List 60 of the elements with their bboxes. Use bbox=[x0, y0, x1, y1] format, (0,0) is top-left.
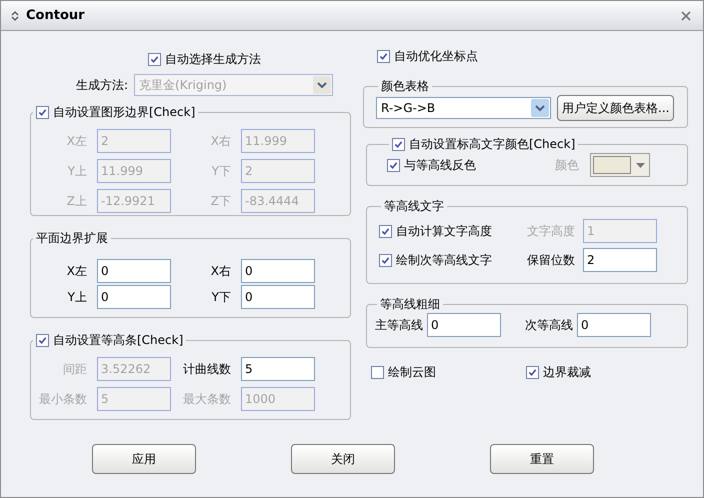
checkbox[interactable] bbox=[379, 224, 392, 238]
collapse-icon[interactable] bbox=[11, 10, 19, 20]
field-label: 最小条数 bbox=[38, 390, 87, 408]
dialog-button[interactable]: 重置 bbox=[490, 444, 594, 474]
close-icon[interactable] bbox=[681, 10, 691, 20]
checkbox[interactable] bbox=[371, 366, 384, 379]
color-picker[interactable] bbox=[590, 153, 650, 177]
input-field[interactable]: 0 bbox=[241, 285, 315, 309]
checkbox-label: 自动设置等高条[Check] bbox=[53, 332, 184, 349]
field-label: Z上 bbox=[66, 192, 87, 210]
input-field[interactable]: 2 bbox=[583, 248, 657, 272]
checkbox[interactable] bbox=[526, 366, 539, 379]
checkbox-label: 自动设置标高文字颜色[Check] bbox=[409, 136, 576, 153]
field-label: X左 bbox=[66, 132, 87, 150]
dropdown-arrow-icon bbox=[636, 162, 645, 168]
field-label: Z下 bbox=[210, 192, 231, 210]
group-title: 平面边界扩展 bbox=[36, 231, 108, 245]
checkbox[interactable] bbox=[36, 106, 49, 119]
checkbox-label: 与等高线反色 bbox=[404, 156, 476, 174]
checkbox-label: 自动选择生成方法 bbox=[165, 51, 261, 68]
group-title: 颜色表格 bbox=[381, 79, 429, 93]
input-field[interactable]: 0 bbox=[97, 259, 171, 283]
input-field[interactable]: 0 bbox=[241, 259, 315, 283]
checkbox-label: 自动优化坐标点 bbox=[394, 48, 478, 65]
checkbox[interactable] bbox=[148, 53, 161, 66]
checkbox-label: 边界裁减 bbox=[543, 364, 591, 381]
checkbox[interactable] bbox=[377, 50, 390, 63]
field-label: 生成方法: bbox=[76, 76, 128, 94]
field-label: 计曲线数 bbox=[182, 360, 231, 378]
field-label: 主等高线 bbox=[375, 316, 423, 334]
field-label: 保留位数 bbox=[527, 252, 575, 268]
input-field[interactable]: 0 bbox=[427, 313, 501, 337]
color-table-dropdown[interactable]: R->G->B bbox=[376, 97, 551, 119]
field-label: 间距 bbox=[62, 360, 87, 378]
field-label: 文字高度 bbox=[527, 222, 575, 240]
field-label: 最大条数 bbox=[182, 390, 231, 408]
field-label: Y上 bbox=[66, 162, 87, 180]
group-title: 等高线粗细 bbox=[380, 297, 440, 311]
field-label: X右 bbox=[210, 132, 231, 150]
group-title: 等高线文字 bbox=[384, 199, 444, 213]
field-label: 颜色 bbox=[555, 156, 579, 174]
checkbox[interactable] bbox=[379, 254, 392, 266]
checkbox-label: 绘制云图 bbox=[388, 364, 436, 381]
field-label: Y上 bbox=[66, 288, 87, 306]
custom-color-table-button[interactable]: 用户定义颜色表格... bbox=[557, 95, 674, 121]
field-label: X左 bbox=[66, 262, 87, 280]
field-label: Y下 bbox=[210, 288, 231, 306]
field-label: Y下 bbox=[210, 162, 231, 180]
input-field[interactable]: 0 bbox=[577, 313, 651, 337]
dialog-button[interactable]: 应用 bbox=[92, 444, 196, 474]
checkbox[interactable] bbox=[36, 334, 49, 347]
checkbox-label: 自动计算文字高度 bbox=[396, 222, 492, 240]
checkbox-label: 自动设置图形边界[Check] bbox=[53, 104, 196, 121]
input-field[interactable]: 5 bbox=[241, 357, 315, 381]
window-title: Contour bbox=[26, 8, 86, 23]
field-label: 次等高线 bbox=[525, 316, 573, 334]
input-field[interactable]: 0 bbox=[97, 285, 171, 309]
field-label: X右 bbox=[210, 262, 231, 280]
checkbox-label: 绘制次等高线文字 bbox=[396, 252, 492, 268]
dialog-button[interactable]: 关闭 bbox=[291, 444, 395, 474]
